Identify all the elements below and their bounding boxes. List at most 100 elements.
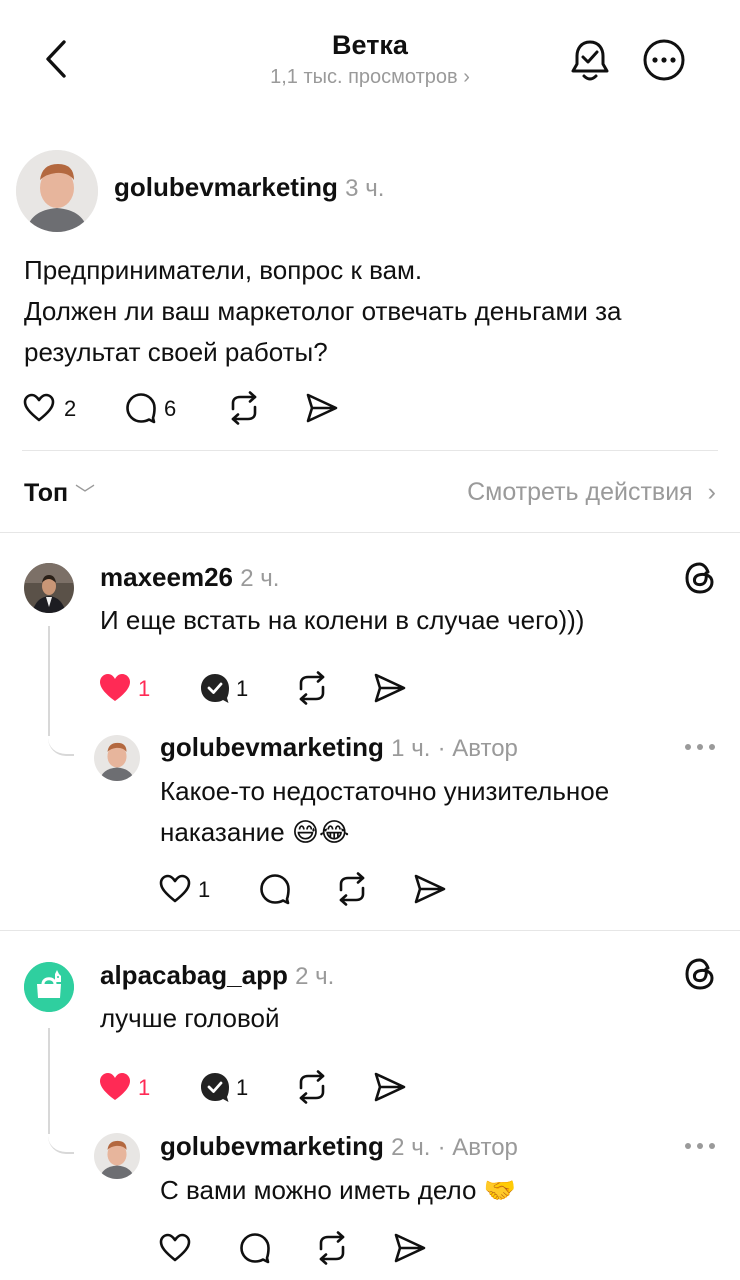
like-button[interactable] — [158, 1232, 192, 1264]
comment-text: лучше головой — [100, 1003, 280, 1033]
thread-connector — [48, 1118, 74, 1154]
speech-bubble-icon — [240, 1233, 270, 1264]
reply-button[interactable] — [198, 672, 232, 704]
reply-text-line: наказание — [160, 817, 285, 847]
comment-author[interactable]: alpacabag_app 2 ч. — [100, 960, 334, 991]
heart-icon — [23, 393, 55, 422]
reply-author[interactable]: golubevmarketing 2 ч. · Автор — [160, 1131, 518, 1162]
repost-button[interactable] — [334, 871, 370, 907]
post-text-line: Предприниматели, вопрос к вам. — [24, 255, 423, 285]
send-icon — [306, 393, 338, 423]
avatar-photo — [24, 563, 74, 613]
post-text-line: Должен ли ваш маркетолог отвечать деньга… — [24, 296, 622, 326]
emoji: 🤝 — [483, 1175, 517, 1205]
replied-bubble-icon — [201, 674, 229, 703]
reply-text: Какое-то недостаточно унизительное наказ… — [160, 771, 720, 853]
threads-logo-icon — [685, 958, 714, 990]
reply-text: С вами можно иметь дело 🤝 — [160, 1170, 720, 1211]
reply-count: 6 — [164, 396, 177, 421]
avatar-photo — [16, 150, 98, 232]
post-text: Предприниматели, вопрос к вам. Должен ли… — [24, 250, 724, 373]
speech-bubble-icon — [260, 874, 290, 905]
comment-time: 2 ч. — [240, 565, 280, 592]
avatar[interactable] — [94, 1133, 140, 1179]
comment-time: 2 ч. — [295, 963, 335, 990]
sort-dropdown[interactable]: Топ ﹀ — [24, 478, 95, 508]
heart-icon — [159, 874, 191, 903]
ellipsis-icon — [685, 1143, 715, 1149]
share-button[interactable] — [412, 871, 448, 907]
repost-button[interactable] — [314, 1230, 350, 1266]
like-button[interactable] — [98, 672, 132, 704]
avatar[interactable] — [16, 150, 98, 232]
share-button[interactable] — [372, 670, 408, 706]
repost-button[interactable] — [226, 390, 262, 426]
like-count: 1 — [138, 676, 151, 701]
repost-button[interactable] — [294, 670, 330, 706]
send-icon — [394, 1233, 426, 1263]
reply-count: 1 — [236, 1075, 249, 1100]
page-title: Ветка — [332, 30, 408, 60]
reply-time: 2 ч. — [391, 1134, 431, 1161]
post-time: 3 ч. — [345, 175, 385, 202]
notify-button[interactable] — [566, 36, 614, 84]
chevron-right-icon: › — [463, 66, 470, 88]
avatar-photo — [94, 735, 140, 781]
like-button[interactable] — [98, 1071, 132, 1103]
heart-icon — [159, 1233, 191, 1262]
divider — [22, 450, 718, 451]
avatar[interactable] — [24, 962, 74, 1012]
more-circle-icon — [643, 39, 685, 81]
ellipsis-icon — [685, 744, 715, 750]
views-count: 1,1 тыс. просмотров — [270, 66, 458, 88]
avatar-photo — [94, 1133, 140, 1179]
emoji: 😅😂 — [291, 817, 350, 847]
send-icon — [414, 874, 446, 904]
view-activity-link[interactable]: Смотреть действия › — [467, 478, 716, 507]
chevron-down-icon: ﹀ — [75, 484, 96, 506]
divider — [0, 532, 740, 533]
threads-logo-icon — [685, 562, 714, 594]
reply-button[interactable] — [198, 1071, 232, 1103]
repost-button[interactable] — [294, 1069, 330, 1105]
share-button[interactable] — [392, 1230, 428, 1266]
like-button[interactable] — [158, 873, 192, 905]
post-author[interactable]: golubevmarketing 3 ч. — [114, 172, 384, 203]
repost-icon — [231, 391, 257, 425]
threads-button[interactable] — [682, 956, 718, 992]
reply-text-line: С вами можно иметь дело — [160, 1175, 477, 1205]
like-count: 1 — [138, 1075, 151, 1100]
threads-button[interactable] — [682, 560, 718, 596]
comment-author[interactable]: maxeem26 2 ч. — [100, 562, 279, 593]
divider — [0, 930, 740, 931]
reply-text-line: Какое-то недостаточно унизительное — [160, 776, 610, 806]
reply-count: 1 — [236, 676, 249, 701]
avatar[interactable] — [94, 735, 140, 781]
share-button[interactable] — [304, 390, 340, 426]
heart-filled-icon — [100, 1073, 130, 1100]
post-text-line: результат своей работы? — [24, 337, 328, 367]
repost-icon — [299, 671, 325, 705]
more-options-button[interactable] — [682, 736, 718, 758]
share-button[interactable] — [372, 1069, 408, 1105]
send-icon — [374, 673, 406, 703]
reply-button[interactable] — [124, 392, 158, 424]
like-count: 1 — [198, 877, 211, 902]
repost-icon — [319, 1231, 345, 1265]
reply-author[interactable]: golubevmarketing 1 ч. · Автор — [160, 732, 518, 763]
more-options-button[interactable] — [682, 1135, 718, 1157]
speech-bubble-icon — [126, 393, 156, 424]
reply-button[interactable] — [238, 1232, 272, 1264]
reply-button[interactable] — [258, 873, 292, 905]
reply-time: 1 ч. — [391, 735, 431, 762]
more-options-button[interactable] — [640, 36, 688, 84]
repost-icon — [299, 1070, 325, 1104]
thread-connector — [48, 720, 74, 756]
replied-bubble-icon — [201, 1073, 229, 1102]
like-button[interactable] — [22, 392, 56, 424]
bell-check-icon — [571, 40, 609, 81]
author-badge: · Автор — [437, 735, 518, 762]
views-link[interactable]: 1,1 тыс. просмотров › — [0, 66, 740, 89]
avatar[interactable] — [24, 563, 74, 613]
heart-filled-icon — [100, 674, 130, 701]
